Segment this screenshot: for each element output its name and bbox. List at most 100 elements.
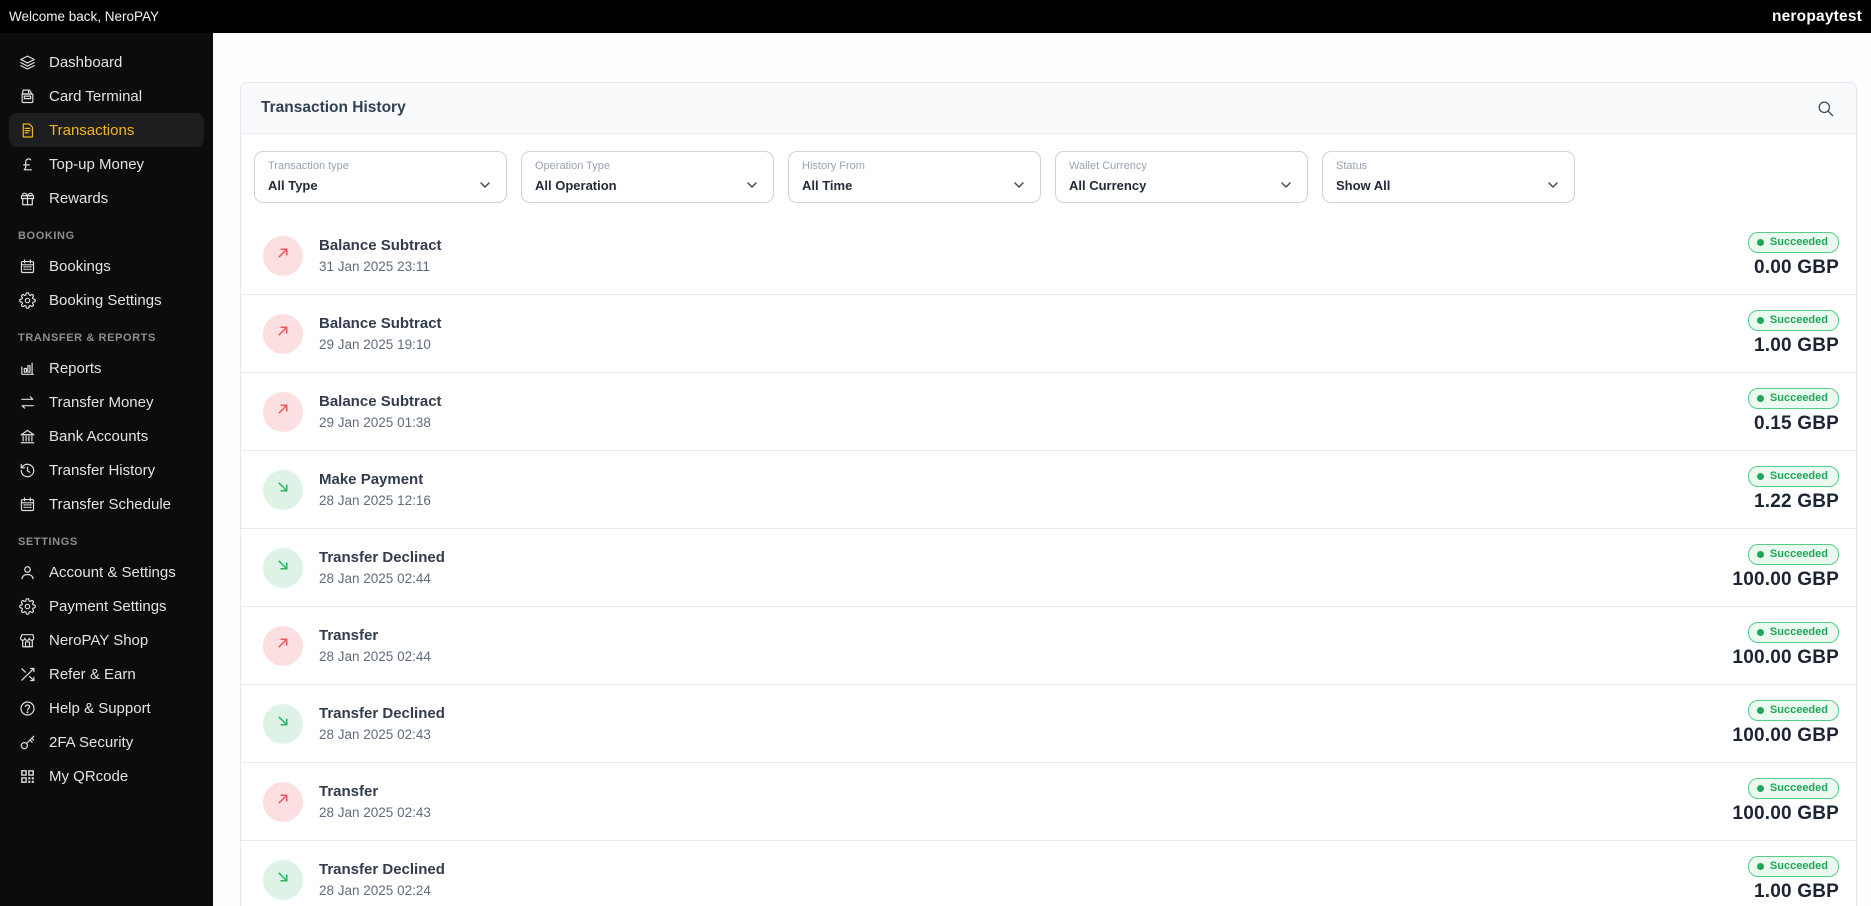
history-clock-icon [18,461,36,479]
sidebar-item-label: Help & Support [49,699,151,717]
outgoing-transaction-icon [263,625,303,666]
status-badge: Succeeded [1747,232,1839,253]
filter-label: Status [1336,160,1368,172]
transaction-row[interactable]: Balance Subtract 29 Jan 2025 01:38 Succeed… [241,373,1856,451]
status-dot [1756,862,1764,870]
sidebar-item-transactions[interactable]: Transactions [9,113,204,147]
outgoing-transaction-icon [263,313,303,354]
status-badge: Succeeded [1747,466,1839,487]
transaction-amount: 100.00 GBP [1732,647,1839,668]
transaction-row[interactable]: Balance Subtract 31 Jan 2025 23:11 Succeed… [241,217,1856,295]
transaction-title: Make Payment [319,471,424,488]
status-badge: Succeeded [1747,778,1839,799]
transaction-row[interactable]: Balance Subtract 29 Jan 2025 19:10 Succeed… [241,295,1856,373]
sidebar-item-help-support[interactable]: Help & Support [9,691,204,725]
sidebar-section-transfer-reports: TRANSFER & REPORTS [18,332,156,344]
sidebar-item-transfer-schedule[interactable]: Transfer Schedule [9,487,204,521]
sidebar-item-bookings[interactable]: Bookings [9,249,204,283]
transaction-title: Transfer [319,627,379,644]
sidebar-item-account-settings[interactable]: Account & Settings [9,555,204,589]
sidebar-item-transfer-money[interactable]: Transfer Money [9,385,204,419]
sidebar-item-2fa-security[interactable]: 2FA Security [9,725,204,759]
status-badge: Succeeded [1747,310,1839,331]
status-text: Succeeded [1769,860,1828,872]
chevron-down-icon [1278,177,1294,193]
outgoing-transaction-icon [263,781,303,822]
filter-wallet-currency[interactable]: Wallet Currency All Currency [1055,151,1308,203]
sidebar-item-booking-settings[interactable]: Booking Settings [9,283,204,317]
transaction-amount: 1.22 GBP [1753,491,1839,512]
filter-status[interactable]: Status Show All [1322,151,1575,203]
search-icon[interactable] [1814,97,1836,119]
transaction-title: Transfer [319,783,379,800]
chevron-down-icon [1545,177,1561,193]
filter-value: All Operation [535,177,617,193]
status-dot [1756,706,1764,714]
filter-history-from[interactable]: History From All Time [788,151,1041,203]
incoming-transaction-icon [263,547,303,588]
sidebar-item-label: Booking Settings [49,291,162,309]
sidebar-section-booking: BOOKING [18,230,75,242]
user-icon [18,563,36,581]
bar-chart-icon [18,359,36,377]
filter-label: Operation Type [535,160,611,172]
transaction-amount: 1.00 GBP [1753,335,1839,356]
status-badge: Succeeded [1747,622,1839,643]
transaction-row[interactable]: Transfer 28 Jan 2025 02:44 Succeeded 100.00… [241,607,1856,685]
transaction-datetime: 28 Jan 2025 12:16 [319,493,431,508]
sidebar-item-payment-settings[interactable]: Payment Settings [9,589,204,623]
incoming-transaction-icon [263,469,303,510]
transaction-row[interactable]: Make Payment 28 Jan 2025 12:16 Succeeded 1.… [241,451,1856,529]
filter-operation-type[interactable]: Operation Type All Operation [521,151,774,203]
swap-arrows-icon [18,393,36,411]
filter-transaction-type[interactable]: Transaction type All Type [254,151,507,203]
gear-icon [18,597,36,615]
brand-logo: neropaytest [1771,7,1862,25]
sidebar: Dashboard Card Terminal Transactions Top-up… [0,33,213,906]
sidebar-item-neropay-shop[interactable]: NeroPAY Shop [9,623,204,657]
sidebar-item-dashboard[interactable]: Dashboard [9,45,204,79]
sidebar-item-label: Bookings [49,257,111,275]
calendar-icon [18,257,36,275]
transaction-datetime: 28 Jan 2025 02:24 [319,883,431,898]
outgoing-transaction-icon [263,235,303,276]
sidebar-item-reports[interactable]: Reports [9,351,204,385]
document-icon [18,121,36,139]
incoming-transaction-icon [263,703,303,744]
status-text: Succeeded [1769,236,1828,248]
transaction-datetime: 28 Jan 2025 02:44 [319,571,431,586]
sidebar-item-top-up-money[interactable]: Top-up Money [9,147,204,181]
arrow-up-right-icon [274,400,292,423]
arrow-up-right-icon [274,322,292,345]
sidebar-item-label: Reports [49,359,102,377]
arrow-down-right-icon [274,478,292,501]
chevron-down-icon [477,177,493,193]
transaction-title: Balance Subtract [319,237,442,254]
sidebar-item-label: Top-up Money [49,155,145,173]
sidebar-item-refer-earn[interactable]: Refer & Earn [9,657,204,691]
transaction-datetime: 29 Jan 2025 01:38 [319,415,431,430]
sidebar-item-card-terminal[interactable]: Card Terminal [9,79,204,113]
card-terminal-icon [18,87,36,105]
sidebar-item-label: Transactions [49,121,135,139]
transaction-row[interactable]: Transfer Declined 28 Jan 2025 02:44 Succee… [241,529,1856,607]
key-icon [18,733,36,751]
sidebar-item-label: Transfer History [49,461,156,479]
transaction-history-card: Transaction History Transaction type All … [240,82,1857,906]
arrow-down-right-icon [274,556,292,579]
arrow-down-right-icon [274,712,292,735]
transaction-row[interactable]: Transfer Declined 28 Jan 2025 02:24 Succee… [241,841,1856,906]
sidebar-item-rewards[interactable]: Rewards [9,181,204,215]
transaction-row[interactable]: Transfer Declined 28 Jan 2025 02:43 Succee… [241,685,1856,763]
filter-value: All Currency [1069,177,1147,193]
transaction-list: Balance Subtract 31 Jan 2025 23:11 Succeed… [241,217,1856,906]
sidebar-item-transfer-history[interactable]: Transfer History [9,453,204,487]
sidebar-item-bank-accounts[interactable]: Bank Accounts [9,419,204,453]
filter-label: Transaction type [268,160,349,172]
transaction-row[interactable]: Transfer 28 Jan 2025 02:43 Succeeded 100.00… [241,763,1856,841]
transaction-amount: 100.00 GBP [1732,725,1839,746]
sidebar-item-label: Bank Accounts [49,427,149,445]
sidebar-item-my-qrcode[interactable]: My QRcode [9,759,204,793]
transaction-title: Transfer Declined [319,705,445,722]
layers-icon [18,53,36,71]
